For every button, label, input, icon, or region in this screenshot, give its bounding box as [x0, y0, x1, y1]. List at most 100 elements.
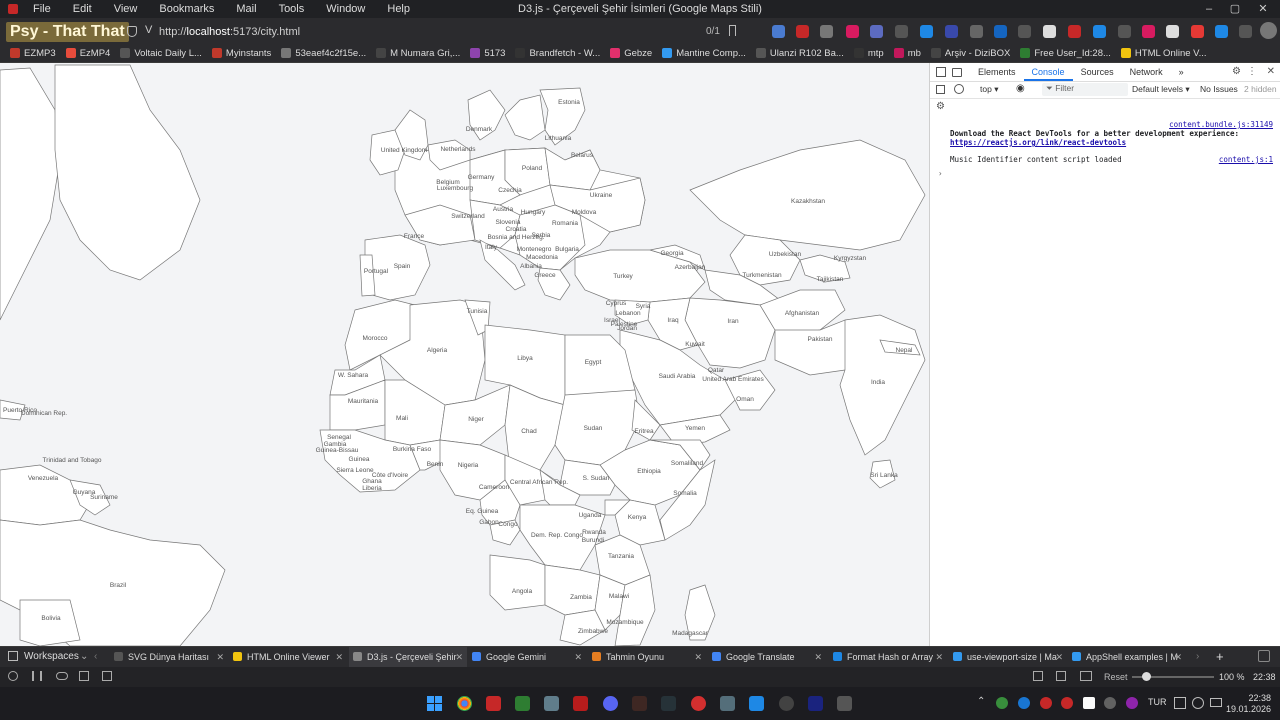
tab-close-icon[interactable]: ✕ [1055, 647, 1063, 667]
browser-tab[interactable]: AppShell examples | M ✕ [1068, 647, 1186, 667]
page-actions-icon[interactable] [1033, 671, 1043, 681]
tab-close-icon[interactable]: ✕ [335, 647, 343, 667]
extension-icon[interactable] [870, 25, 883, 38]
tray-icon[interactable] [1126, 697, 1138, 709]
site-info-icon[interactable]: V [145, 24, 152, 36]
tab-close-icon[interactable]: ✕ [1174, 647, 1182, 667]
tab-network[interactable]: Network [1122, 63, 1171, 81]
app-taskbar-icon[interactable] [661, 696, 676, 711]
extension-icon[interactable] [994, 25, 1007, 38]
issues-button[interactable]: No Issues [1200, 84, 1238, 94]
browser-tab[interactable]: use-viewport-size | Ma ✕ [949, 647, 1067, 667]
extension-icon[interactable] [1142, 25, 1155, 38]
workspaces-icon[interactable] [8, 651, 18, 661]
profile-avatar[interactable] [1260, 22, 1277, 39]
filezilla-taskbar-icon[interactable] [573, 696, 588, 711]
tray-icon[interactable] [1061, 697, 1073, 709]
tab-close-icon[interactable]: ✕ [574, 647, 582, 667]
bookmark-item[interactable]: HTML Online V... [1120, 48, 1207, 59]
new-tab-button[interactable]: + [1216, 647, 1224, 667]
device-toolbar-icon[interactable] [952, 67, 962, 77]
tray-icon[interactable] [1018, 697, 1030, 709]
filter-input[interactable]: ⏷ Filter [1042, 83, 1128, 96]
extension-icon[interactable] [1118, 25, 1131, 38]
bookmark-item[interactable]: Mantine Comp... [662, 48, 746, 59]
shield-icon[interactable] [127, 26, 137, 37]
extension-icon[interactable] [1018, 25, 1031, 38]
browser-tab[interactable]: HTML Online Viewer ✕ [229, 647, 347, 667]
app-taskbar-icon[interactable] [749, 696, 764, 711]
message-source-link[interactable]: content.bundle.js:31149 [1169, 120, 1273, 129]
browser-tab[interactable]: D3.js - Çerçeveli Şehir ✕ [349, 647, 467, 667]
vivaldi-taskbar-icon[interactable] [486, 696, 501, 711]
menu-window[interactable]: Window [315, 3, 376, 15]
tray-icon[interactable] [1040, 697, 1052, 709]
app-taskbar-icon[interactable] [837, 696, 852, 711]
browser-tab[interactable]: SVG Dünya Haritası ✕ [110, 647, 228, 667]
bookmark-icon[interactable] [729, 25, 736, 36]
bookmark-item[interactable]: 5173 [470, 48, 505, 59]
bookmark-item[interactable]: Ulanzi R102 Ba... [755, 48, 844, 59]
close-devtools-icon[interactable]: ✕ [1267, 66, 1275, 77]
extension-icon[interactable] [920, 25, 933, 38]
tray-icon[interactable] [996, 697, 1008, 709]
extension-icon[interactable] [846, 25, 859, 38]
browser-tab[interactable]: Tahmin Oyunu ✕ [588, 647, 706, 667]
media-taskbar-icon[interactable] [691, 696, 706, 711]
tiling-icon[interactable] [102, 671, 112, 681]
language-indicator[interactable]: TUR [1148, 697, 1167, 707]
bookmark-item[interactable]: mb [893, 48, 921, 59]
menu-mail[interactable]: Mail [225, 3, 267, 15]
browser-tab[interactable]: Google Translate ✕ [708, 647, 826, 667]
bookmark-item[interactable]: Gebze [610, 48, 652, 59]
bookmark-item[interactable]: EZMP3 [10, 48, 56, 59]
extension-icon[interactable] [1191, 25, 1204, 38]
panel-toggle-icon[interactable] [32, 671, 42, 681]
eye-icon[interactable]: ◉ [1016, 83, 1025, 94]
tab-close-icon[interactable]: ✕ [216, 647, 224, 667]
extension-icon[interactable] [970, 25, 983, 38]
workspaces-button[interactable]: Workspaces [24, 647, 79, 667]
bookmark-item[interactable]: 53eaef4c2f15e... [281, 48, 366, 59]
message-source-link[interactable]: content.js:1 [1219, 155, 1273, 164]
page-tiling-icon[interactable] [1080, 671, 1092, 681]
extension-icon[interactable] [1068, 25, 1081, 38]
tab-sources[interactable]: Sources [1073, 63, 1122, 81]
map-viewport[interactable]: Estonia Denmark Lithuania United Kingdom Net… [0, 63, 929, 646]
terminal-taskbar-icon[interactable] [515, 696, 530, 711]
capture-icon[interactable] [79, 671, 89, 681]
console-settings-gear-icon[interactable]: ⚙ [936, 101, 945, 112]
message-link[interactable]: https://reactjs.org/link/react-devtools [950, 138, 1126, 147]
settings-gear-icon[interactable]: ⚙ [1232, 66, 1241, 77]
tray-icon[interactable] [1104, 697, 1116, 709]
bookmark-item[interactable]: Free User_Id:28... [1020, 48, 1111, 59]
menu-edit[interactable]: Edit [62, 3, 103, 15]
windows-start-icon[interactable] [427, 696, 442, 711]
image-toggle-icon[interactable] [1056, 671, 1066, 681]
tab-console[interactable]: Console [1023, 63, 1073, 81]
chrome-taskbar-icon[interactable] [457, 696, 472, 711]
close-window-button[interactable]: ✕ [1250, 0, 1276, 18]
scroll-right-icon[interactable]: › [1196, 647, 1199, 667]
tab-elements[interactable]: Elements [970, 63, 1024, 81]
bookmark-item[interactable]: Brandfetch - W... [515, 48, 600, 59]
bookmark-item[interactable]: M Numara Gri,... [376, 48, 460, 59]
github-taskbar-icon[interactable] [779, 696, 794, 711]
extension-icon[interactable] [1215, 25, 1228, 38]
menu-help[interactable]: Help [376, 3, 421, 15]
discord-taskbar-icon[interactable] [603, 696, 618, 711]
taskbar-clock[interactable]: 22:38 19.01.2026 [1226, 693, 1271, 715]
tray-icon[interactable] [1083, 697, 1095, 709]
extension-icon[interactable] [1166, 25, 1179, 38]
bookmark-item[interactable]: Voltaic Daily L... [120, 48, 202, 59]
tab-close-icon[interactable]: ✕ [814, 647, 822, 667]
tab-close-icon[interactable]: ✕ [694, 647, 702, 667]
extension-icon[interactable] [945, 25, 958, 38]
scroll-left-icon[interactable]: ‹ [94, 647, 97, 667]
tab-close-icon[interactable]: ✕ [455, 647, 463, 667]
sidebar-toggle-icon[interactable] [936, 85, 945, 94]
menu-tools[interactable]: Tools [268, 3, 316, 15]
extension-icon[interactable] [772, 25, 785, 38]
more-options-icon[interactable]: ⋮ [1247, 66, 1257, 77]
minimize-button[interactable]: – [1196, 0, 1222, 18]
